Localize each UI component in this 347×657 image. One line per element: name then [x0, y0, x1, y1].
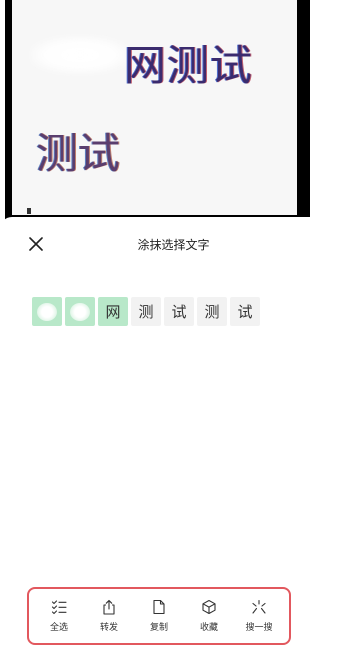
favorite-label: 收藏: [199, 623, 218, 633]
action-toolbar: 全选 转发 复制 收藏 搜一搜: [27, 587, 291, 645]
smudge-mark: [30, 36, 130, 74]
sparkle-search-icon: [252, 599, 266, 614]
search-button[interactable]: 搜一搜: [239, 599, 279, 633]
image-text-line-2: 测试: [36, 129, 121, 178]
character-chip[interactable]: 试: [230, 297, 260, 326]
select-all-button[interactable]: 全选: [39, 599, 79, 633]
sheet-title: 涂抹选择文字: [137, 238, 210, 252]
checklist-icon: [51, 600, 67, 615]
character-chip-row: 网测试测试: [32, 297, 260, 326]
image-preview: 网测试 测试: [0, 0, 347, 225]
forward-button[interactable]: 转发: [89, 599, 129, 633]
character-chip[interactable]: 网: [98, 297, 128, 326]
character-chip[interactable]: [65, 297, 95, 326]
character-chip-label: 试: [237, 303, 253, 321]
character-chip-label: 测: [204, 303, 220, 321]
forward-label: 转发: [99, 623, 118, 633]
character-chip-label: 试: [171, 303, 187, 321]
character-chip-label: 网: [105, 303, 121, 321]
search-label: 搜一搜: [245, 623, 273, 633]
character-chip[interactable]: [32, 297, 62, 326]
image-content: 网测试 测试: [12, 0, 297, 215]
copy-button[interactable]: 复制: [139, 599, 179, 633]
character-chip-label: 测: [138, 303, 154, 321]
smudged-character: [37, 302, 57, 321]
image-text-line-1: 网测试: [124, 41, 254, 90]
document-icon: [153, 599, 165, 615]
smudged-character: [70, 302, 90, 321]
share-icon: [103, 599, 115, 615]
cube-icon: [202, 599, 216, 615]
favorite-button[interactable]: 收藏: [189, 599, 229, 633]
copy-label: 复制: [149, 623, 168, 633]
character-chip[interactable]: 测: [131, 297, 161, 326]
image-artifact: [27, 208, 31, 214]
character-chip[interactable]: 测: [197, 297, 227, 326]
select-all-label: 全选: [49, 623, 68, 633]
character-chip[interactable]: 试: [164, 297, 194, 326]
